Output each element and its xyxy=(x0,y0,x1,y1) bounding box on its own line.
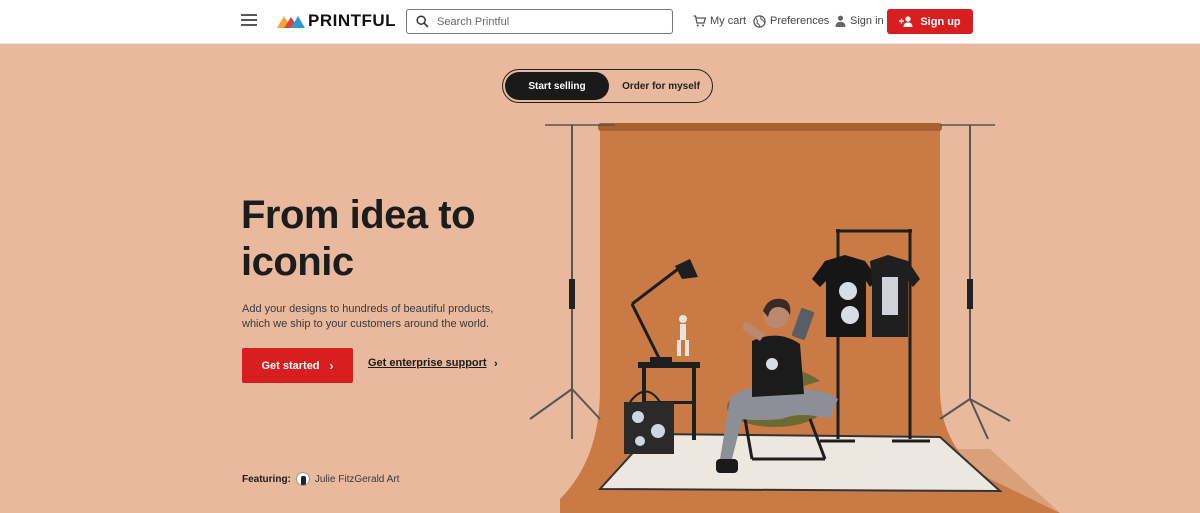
printful-logo[interactable]: PRINTFUL xyxy=(277,11,397,30)
signup-label: Sign up xyxy=(920,15,961,28)
hero-section: Start selling Order for myself From idea… xyxy=(0,44,1200,513)
cart-label: My cart xyxy=(710,15,747,27)
cart-icon xyxy=(693,15,706,27)
hero-headline: From idea to iconic xyxy=(241,193,476,284)
chevron-right-icon: › xyxy=(329,358,334,373)
audience-toggle: Start selling Order for myself xyxy=(502,69,713,103)
start-selling-tab[interactable]: Start selling xyxy=(505,72,609,100)
cart-link[interactable]: My cart xyxy=(693,13,746,29)
search-icon xyxy=(416,15,429,28)
get-started-button[interactable]: Get started › xyxy=(242,348,353,383)
signin-label: Sign in xyxy=(850,15,884,27)
order-for-myself-tab[interactable]: Order for myself xyxy=(611,72,711,100)
hanging-tshirts xyxy=(812,255,920,337)
preferences-link[interactable]: Preferences xyxy=(753,13,829,29)
globe-icon xyxy=(753,14,766,28)
preferences-label: Preferences xyxy=(770,15,830,27)
signin-link[interactable]: Sign in xyxy=(835,13,884,29)
add-user-icon xyxy=(899,16,913,27)
enterprise-support-link[interactable]: Get enterprise support xyxy=(368,357,487,369)
logo-text: PRINTFUL xyxy=(308,11,397,30)
hamburger-menu-icon[interactable] xyxy=(241,14,257,28)
right-light-stand xyxy=(939,124,1011,440)
featuring-label: Featuring: xyxy=(242,473,291,485)
chevron-right-icon: › xyxy=(494,358,498,370)
artist-name[interactable]: Julie FitzGerald Art xyxy=(315,474,399,485)
user-icon xyxy=(835,15,846,27)
search-box[interactable] xyxy=(406,9,673,34)
featuring-credit: Featuring: Julie FitzGerald Art xyxy=(242,472,399,486)
signup-button[interactable]: Sign up xyxy=(887,9,973,34)
artist-avatar xyxy=(295,472,310,486)
get-started-label: Get started xyxy=(261,359,320,372)
backdrop-roll xyxy=(598,123,942,131)
logo-mountains-icon xyxy=(277,16,305,28)
top-navigation: PRINTFUL My cart Preferences Sign in xyxy=(0,0,1200,44)
hero-photo-studio-scene xyxy=(529,123,1060,513)
hero-subtext: Add your designs to hundreds of beautifu… xyxy=(242,303,494,330)
search-input[interactable] xyxy=(437,12,667,31)
